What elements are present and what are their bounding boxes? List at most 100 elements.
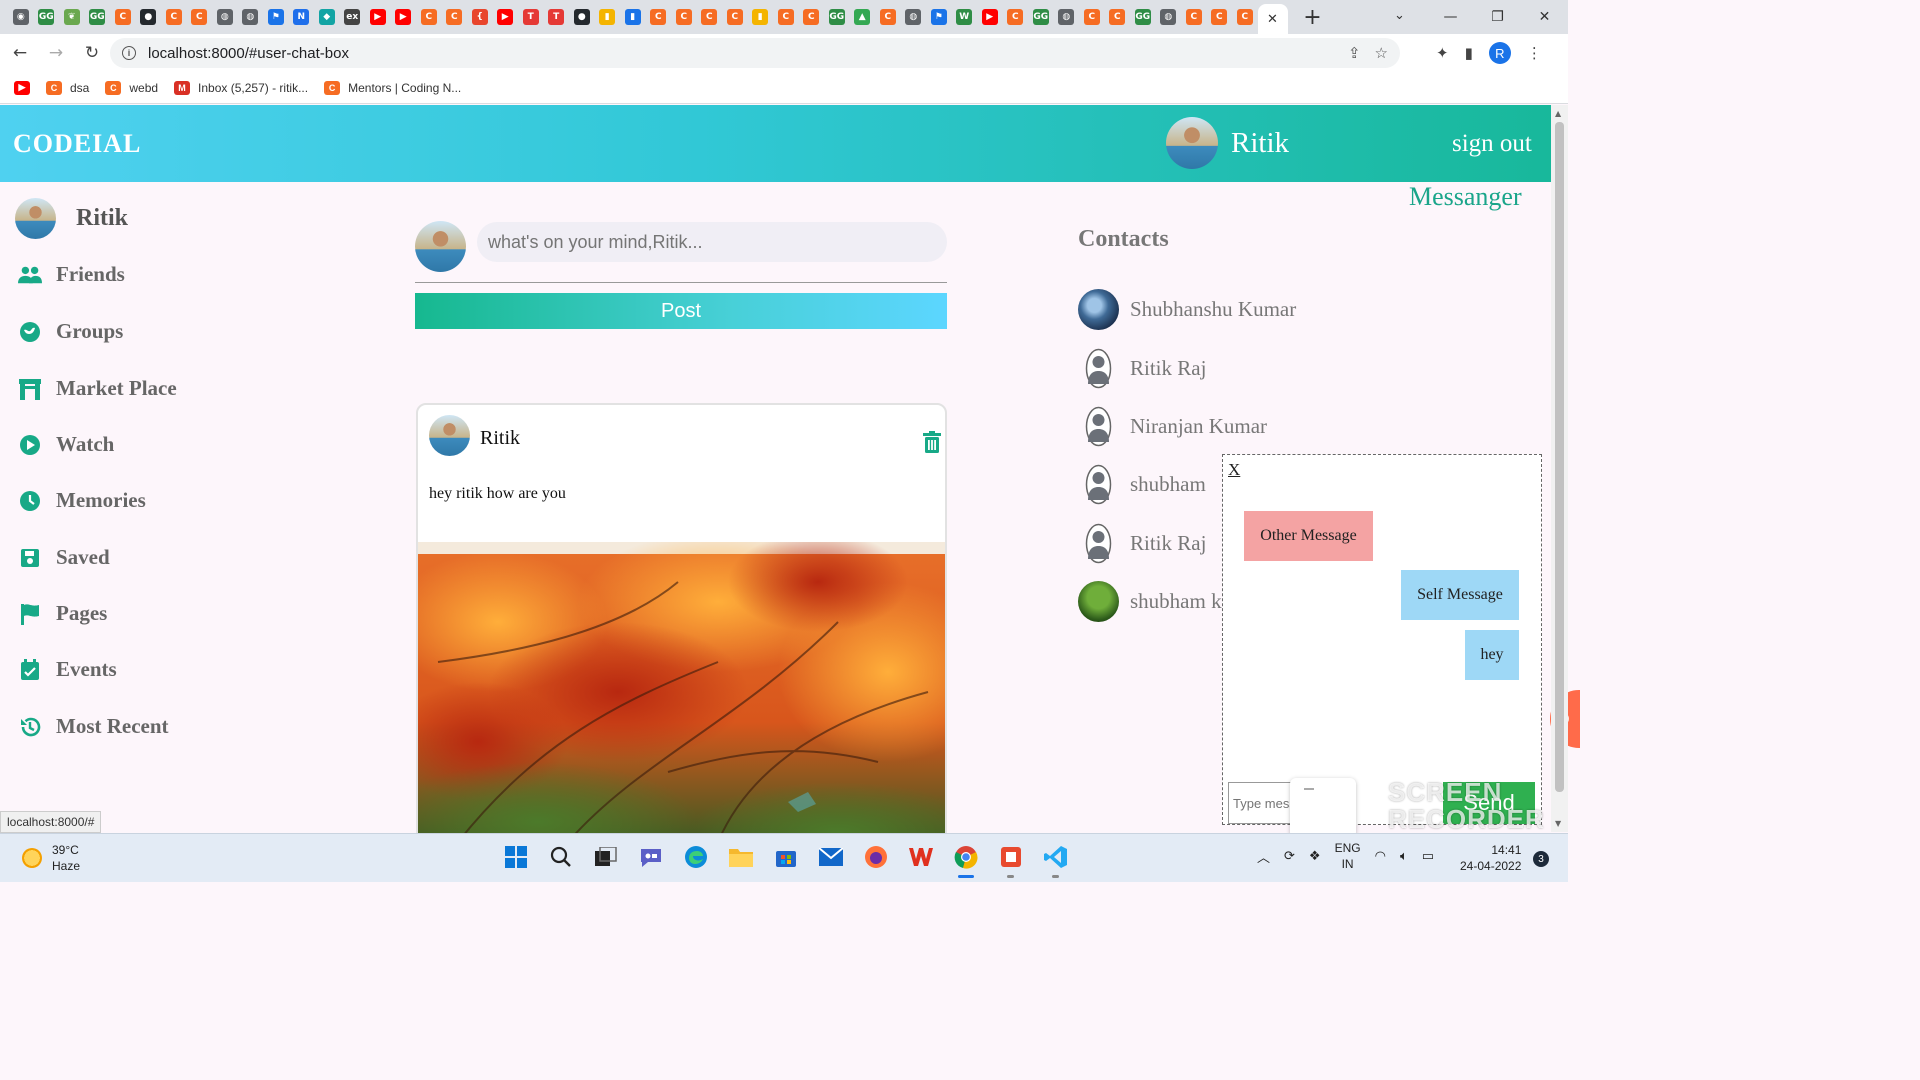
profile-avatar[interactable]: R bbox=[1488, 42, 1511, 64]
browser-tab[interactable]: GG bbox=[1028, 0, 1054, 34]
browser-tab[interactable]: C bbox=[1003, 0, 1029, 34]
bookmark-item[interactable]: M Inbox (5,257) - ritik... bbox=[174, 80, 308, 95]
header-avatar[interactable] bbox=[1166, 117, 1218, 169]
browser-tab[interactable]: ▮ bbox=[748, 0, 774, 34]
minimize-button[interactable]: — bbox=[1427, 9, 1474, 25]
firefox-icon[interactable] bbox=[860, 840, 891, 874]
sidebar-item-memories[interactable]: Memories bbox=[18, 488, 146, 513]
sidebar-user[interactable]: Ritik bbox=[15, 198, 128, 239]
browser-tab[interactable]: C bbox=[697, 0, 723, 34]
clock[interactable]: 14:41 24-04-2022 bbox=[1460, 842, 1521, 874]
weather-widget[interactable]: 39°C Haze bbox=[22, 842, 80, 874]
browser-tab[interactable]: C bbox=[187, 0, 213, 34]
browser-tab[interactable]: ▮ bbox=[620, 0, 646, 34]
browser-tab[interactable]: C bbox=[875, 0, 901, 34]
browser-tab[interactable]: ⚑ bbox=[263, 0, 289, 34]
reload-icon[interactable]: ↻ bbox=[76, 43, 108, 63]
contact-item[interactable]: shubham bbox=[1078, 464, 1206, 505]
chevron-down-icon[interactable]: ⌄ bbox=[1394, 8, 1405, 23]
browser-tab[interactable]: C bbox=[1207, 0, 1233, 34]
browser-tab[interactable]: ◍ bbox=[1054, 0, 1080, 34]
chrome-icon[interactable] bbox=[950, 840, 981, 878]
restore-button[interactable]: ❐ bbox=[1474, 9, 1521, 25]
extensions-icon[interactable]: ✦ bbox=[1436, 44, 1449, 62]
page-scrollbar[interactable]: ▲ ▼ bbox=[1551, 105, 1568, 832]
browser-tab[interactable]: { bbox=[467, 0, 493, 34]
screen-recorder-app-icon[interactable] bbox=[995, 840, 1026, 878]
browser-tab[interactable]: ◍ bbox=[1156, 0, 1182, 34]
mail-icon[interactable] bbox=[815, 840, 846, 874]
bookmark-item[interactable]: Cwebd bbox=[105, 80, 158, 95]
scroll-down-icon[interactable]: ▼ bbox=[1555, 819, 1561, 828]
brand-logo[interactable]: CODEIAL bbox=[13, 129, 141, 159]
browser-tab[interactable]: C bbox=[646, 0, 672, 34]
browser-tab[interactable]: T bbox=[518, 0, 544, 34]
browser-tab[interactable]: T bbox=[544, 0, 570, 34]
browser-tab[interactable]: ▶ bbox=[977, 0, 1003, 34]
windows-start-icon[interactable] bbox=[500, 840, 531, 874]
messenger-link[interactable]: Messanger bbox=[1409, 182, 1522, 212]
bookmark-star-icon[interactable]: ☆ bbox=[1375, 44, 1388, 62]
browser-tab[interactable]: ◍ bbox=[238, 0, 264, 34]
browser-tab[interactable]: ❦ bbox=[59, 0, 85, 34]
post-author-avatar[interactable] bbox=[429, 415, 470, 456]
bookmark-item[interactable]: ▶ bbox=[14, 80, 30, 95]
language-indicator[interactable]: ENG IN bbox=[1335, 840, 1361, 872]
browser-tab[interactable]: C bbox=[416, 0, 442, 34]
edge-icon[interactable] bbox=[680, 840, 711, 874]
browser-tab[interactable]: ● bbox=[136, 0, 162, 34]
browser-tab[interactable]: C bbox=[442, 0, 468, 34]
vscode-icon[interactable] bbox=[1040, 840, 1071, 878]
bookmark-item[interactable]: C Mentors | Coding N... bbox=[324, 80, 461, 95]
header-username[interactable]: Ritik bbox=[1231, 127, 1289, 160]
wps-office-icon[interactable] bbox=[905, 840, 936, 874]
search-icon[interactable] bbox=[545, 840, 576, 874]
browser-tab[interactable]: ◉ bbox=[8, 0, 34, 34]
browser-tab[interactable]: ⚑ bbox=[926, 0, 952, 34]
active-tab-close-button[interactable]: ✕ bbox=[1257, 4, 1288, 34]
notification-badge[interactable]: 3 bbox=[1533, 851, 1549, 867]
forward-icon[interactable]: → bbox=[40, 43, 72, 63]
post-content-input[interactable] bbox=[477, 222, 947, 262]
dropbox-icon[interactable]: ❖ bbox=[1309, 849, 1321, 864]
browser-tab[interactable]: ◍ bbox=[212, 0, 238, 34]
chat-message-input[interactable] bbox=[1228, 782, 1298, 824]
chevron-up-icon[interactable]: ︿ bbox=[1257, 847, 1270, 866]
browser-tab[interactable]: ◍ bbox=[901, 0, 927, 34]
battery-icon[interactable]: ▭ bbox=[1422, 849, 1434, 864]
file-explorer-icon[interactable] bbox=[725, 840, 756, 874]
browser-tab[interactable]: ▶ bbox=[365, 0, 391, 34]
browser-tab[interactable]: C bbox=[1105, 0, 1131, 34]
browser-tab[interactable]: C bbox=[671, 0, 697, 34]
contact-item[interactable]: Niranjan Kumar bbox=[1078, 406, 1267, 447]
browser-tab[interactable]: C bbox=[1232, 0, 1258, 34]
trash-icon[interactable] bbox=[923, 431, 941, 453]
browser-tab[interactable]: ex bbox=[340, 0, 366, 34]
scroll-up-icon[interactable]: ▲ bbox=[1555, 109, 1561, 118]
browser-tab[interactable]: C bbox=[1079, 0, 1105, 34]
browser-tab[interactable]: GG bbox=[1130, 0, 1156, 34]
sidebar-item-most-recent[interactable]: Most Recent bbox=[18, 714, 169, 739]
contact-item[interactable]: Ritik Raj bbox=[1078, 348, 1206, 389]
sidebar-item-watch[interactable]: Watch bbox=[18, 432, 114, 457]
browser-tab[interactable]: C bbox=[161, 0, 187, 34]
browser-tab[interactable]: C bbox=[1181, 0, 1207, 34]
sidebar-item-pages[interactable]: Pages bbox=[18, 601, 107, 626]
sync-icon[interactable]: ⟳ bbox=[1284, 849, 1295, 864]
site-info-icon[interactable]: i bbox=[122, 46, 136, 60]
sidebar-item-groups[interactable]: Groups bbox=[18, 319, 123, 344]
contact-item[interactable]: Shubhanshu Kumar bbox=[1078, 289, 1296, 330]
browser-tab[interactable]: ▶ bbox=[493, 0, 519, 34]
browser-tab[interactable]: C bbox=[110, 0, 136, 34]
teams-chat-icon[interactable] bbox=[635, 840, 666, 874]
sidebar-item-saved[interactable]: Saved bbox=[18, 545, 110, 570]
browser-tab[interactable]: N bbox=[289, 0, 315, 34]
ms-store-icon[interactable] bbox=[770, 840, 801, 874]
browser-tab[interactable]: C bbox=[722, 0, 748, 34]
browser-tab[interactable]: W bbox=[952, 0, 978, 34]
post-button[interactable]: Post bbox=[415, 293, 947, 329]
menu-kebab-icon[interactable]: ⋮ bbox=[1527, 44, 1542, 62]
browser-tab[interactable]: ▲ bbox=[850, 0, 876, 34]
scrollbar-thumb[interactable] bbox=[1555, 122, 1564, 792]
browser-tab[interactable]: ▶ bbox=[391, 0, 417, 34]
